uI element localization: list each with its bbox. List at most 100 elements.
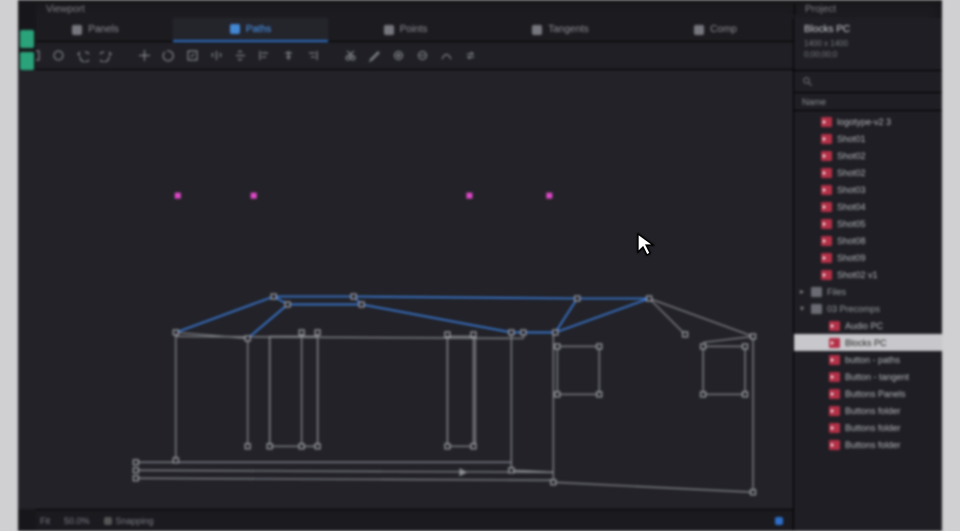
vertex-handle[interactable] — [751, 490, 756, 495]
vertex-handle[interactable] — [555, 392, 560, 397]
vertex-handle[interactable] — [647, 296, 652, 301]
project-item[interactable]: Shot02 — [794, 147, 942, 164]
magenta-marker[interactable] — [175, 193, 181, 199]
tool-align-right[interactable] — [302, 46, 322, 66]
vertex-handle[interactable] — [245, 444, 250, 449]
project-item[interactable]: Shot02 — [794, 164, 942, 181]
tool-align-center[interactable] — [278, 46, 298, 66]
vertex-handle[interactable] — [521, 330, 526, 335]
project-item-label: logotype-v2 3 — [837, 117, 891, 127]
mode-tab-panels[interactable]: Panels — [18, 18, 173, 42]
vertex-handle[interactable] — [509, 468, 514, 473]
vertex-handle[interactable] — [597, 344, 602, 349]
tool-rotate[interactable] — [158, 46, 178, 66]
vertex-handle[interactable] — [359, 302, 364, 307]
project-item[interactable]: Audio PC — [794, 317, 942, 334]
gutter-swatch[interactable] — [20, 30, 34, 48]
tool-remove-point[interactable] — [412, 46, 432, 66]
magenta-marker[interactable] — [546, 193, 552, 199]
project-folder[interactable]: ▾03 Precomps — [794, 300, 942, 317]
mode-tab-label: Panels — [88, 24, 119, 35]
project-item[interactable]: Blocks PC — [794, 334, 942, 351]
vertex-handle[interactable] — [267, 444, 272, 449]
vertex-handle[interactable] — [445, 444, 450, 449]
vertex-handle[interactable] — [133, 460, 138, 465]
project-item[interactable]: logotype-v2 3 — [794, 113, 942, 130]
status-zoom[interactable]: 50.0% — [64, 516, 90, 526]
project-item[interactable]: Shot09 — [794, 249, 942, 266]
vertex-handle[interactable] — [173, 458, 178, 463]
vertex-handle[interactable] — [743, 392, 748, 397]
tool-flip-h[interactable] — [206, 46, 226, 66]
tool-add-point[interactable] — [388, 46, 408, 66]
project-item[interactable]: Buttons folder — [794, 436, 942, 453]
mode-tab-points[interactable]: Points — [328, 18, 483, 42]
project-search[interactable] — [794, 71, 942, 93]
project-item[interactable]: Shot01 — [794, 130, 942, 147]
tool-lasso[interactable] — [48, 46, 68, 66]
vertex-handle[interactable] — [133, 468, 138, 473]
project-item[interactable]: Shot05 — [794, 215, 942, 232]
tool-scale[interactable] — [182, 46, 202, 66]
vertex-handle[interactable] — [575, 296, 580, 301]
comp-icon — [829, 355, 840, 365]
vertex-handle[interactable] — [285, 302, 290, 307]
vertex-handle[interactable] — [445, 332, 450, 337]
magenta-marker[interactable] — [251, 193, 257, 199]
tool-pen[interactable] — [364, 46, 384, 66]
vertex-handle[interactable] — [173, 330, 178, 335]
vertex-handle[interactable] — [743, 344, 748, 349]
vertex-handle[interactable] — [555, 344, 560, 349]
vertex-handle[interactable] — [553, 330, 558, 335]
vertex-handle[interactable] — [551, 480, 556, 485]
vertex-handle[interactable] — [597, 392, 602, 397]
tool-align-left[interactable] — [254, 46, 274, 66]
vertex-handle[interactable] — [471, 332, 476, 337]
project-item[interactable]: Button - tangent — [794, 368, 942, 385]
mode-tab-comp[interactable]: Comp — [638, 18, 793, 42]
vertex-handle[interactable] — [701, 344, 706, 349]
comp-icon — [821, 117, 832, 127]
convert-icon — [440, 49, 453, 62]
project-item[interactable]: Shot03 — [794, 181, 942, 198]
project-item[interactable]: Shot04 — [794, 198, 942, 215]
folder-icon — [811, 304, 822, 314]
project-item[interactable]: button - paths — [794, 351, 942, 368]
tool-undo[interactable] — [72, 46, 92, 66]
project-item-label: Shot04 — [837, 202, 866, 212]
vertex-handle[interactable] — [315, 330, 320, 335]
project-item[interactable]: Buttons Panels — [794, 385, 942, 402]
tool-move[interactable] — [134, 46, 154, 66]
project-header-name[interactable]: Name — [794, 93, 942, 111]
project-item[interactable]: Shot02 v1 — [794, 266, 942, 283]
vertex-handle[interactable] — [315, 444, 320, 449]
project-item[interactable]: Buttons folder — [794, 419, 942, 436]
vertex-handle[interactable] — [351, 294, 356, 299]
vertex-handle[interactable] — [471, 444, 476, 449]
vertex-handle[interactable] — [701, 392, 706, 397]
tool-cut[interactable] — [340, 46, 360, 66]
chevron-down-icon: ▾ — [800, 304, 806, 313]
vertex-handle[interactable] — [751, 334, 756, 339]
magenta-marker[interactable] — [466, 193, 472, 199]
tool-reverse[interactable] — [460, 46, 480, 66]
status-snapping[interactable]: Snapping — [104, 516, 154, 526]
vertex-handle[interactable] — [299, 444, 304, 449]
vertex-handle[interactable] — [133, 476, 138, 481]
gutter-swatch[interactable] — [20, 52, 34, 70]
vertex-handle[interactable] — [245, 336, 250, 341]
canvas[interactable] — [18, 70, 793, 509]
project-item[interactable]: Buttons folder — [794, 402, 942, 419]
tool-flip-v[interactable] — [230, 46, 250, 66]
project-item[interactable]: Shot08 — [794, 232, 942, 249]
vertex-handle[interactable] — [509, 330, 514, 335]
vertex-handle[interactable] — [683, 332, 688, 337]
tool-convert[interactable] — [436, 46, 456, 66]
status-right-icon[interactable] — [775, 517, 783, 525]
mode-tab-paths[interactable]: Paths — [173, 18, 328, 42]
vertex-handle[interactable] — [299, 330, 304, 335]
mode-tab-tangents[interactable]: Tangents — [483, 18, 638, 42]
vertex-handle[interactable] — [271, 294, 276, 299]
tool-redo[interactable] — [96, 46, 116, 66]
project-folder[interactable]: ▸Files — [794, 283, 942, 300]
